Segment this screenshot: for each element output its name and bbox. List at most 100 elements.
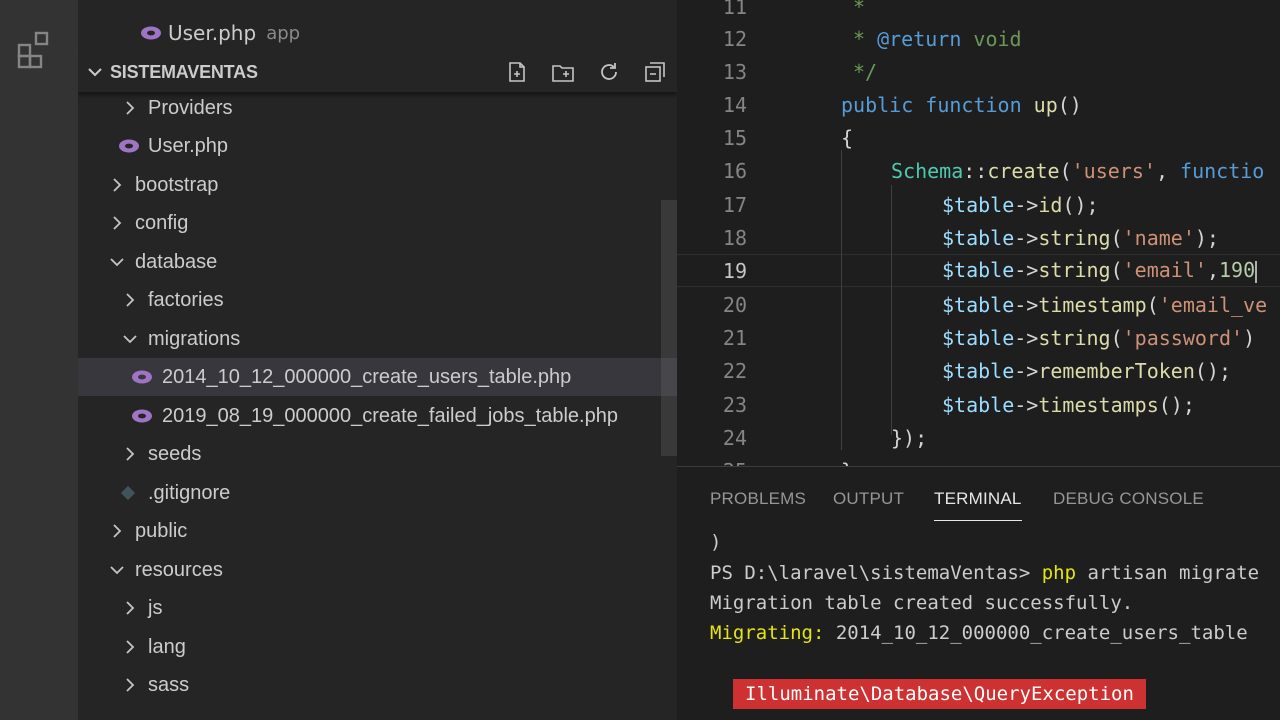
code-line[interactable]: 14 public function up(): [677, 88, 1280, 121]
collapse-all-icon[interactable]: [643, 60, 667, 84]
tree-item-resources[interactable]: resources: [78, 551, 677, 589]
php-file-icon: [131, 369, 153, 385]
code-text: });: [891, 425, 928, 450]
tree-item-label: bootstrap: [135, 173, 219, 196]
tree-item-label: config: [135, 211, 189, 234]
tree-item-migrations[interactable]: migrations: [78, 320, 677, 358]
code-line[interactable]: 11 *: [677, 0, 1280, 23]
chevron-right-icon: [122, 639, 138, 655]
code-line[interactable]: 16 Schema::create('users', functio: [677, 154, 1280, 187]
tree-item-label: public: [135, 519, 188, 542]
code-text: }: [841, 459, 853, 467]
tree-item-public[interactable]: public: [78, 512, 677, 550]
code-line[interactable]: 12 * @return void: [677, 22, 1280, 55]
tree-item-lang[interactable]: lang: [78, 628, 677, 666]
terminal-prompt: PS D:\laravel\sistemaVentas>: [710, 562, 1042, 584]
new-folder-icon[interactable]: [551, 60, 575, 84]
code-text: $table->string('name');: [942, 225, 1219, 250]
refresh-icon[interactable]: [597, 60, 621, 84]
code-line[interactable]: 21 $table->string('password'): [677, 321, 1280, 354]
chevron-down-icon: [122, 331, 138, 347]
code-text: $table->timestamps();: [942, 392, 1195, 417]
code-line[interactable]: 24});: [677, 421, 1280, 454]
code-line[interactable]: 20 $table->timestamp('email_ve: [677, 288, 1280, 321]
code-line[interactable]: 18 $table->string('name');: [677, 221, 1280, 254]
tree-item-bootstrap[interactable]: bootstrap: [78, 166, 677, 204]
code-line[interactable]: 25}: [677, 454, 1280, 467]
line-number: 14: [722, 92, 747, 117]
tree-item-label: resources: [135, 558, 223, 581]
code-editor[interactable]: 11 * 12 * @return void 13 */ 14 public function…: [677, 0, 1280, 466]
indent-guide: [841, 150, 842, 450]
tree-item-database[interactable]: database: [78, 243, 677, 281]
code-line[interactable]: 15 {: [677, 121, 1280, 154]
code-text: * @return void: [853, 26, 1022, 51]
tree-item-label: 2019_08_19_000000_create_failed_jobs_tab…: [162, 404, 618, 427]
line-number: 18: [722, 225, 747, 250]
tree-item-label: sass: [148, 673, 190, 696]
tree-item-user-php[interactable]: User.php: [78, 127, 677, 165]
open-editor-item[interactable]: User.php app: [78, 13, 677, 53]
gitignore-file-icon: [120, 485, 136, 501]
tab-output[interactable]: OUTPUT: [833, 489, 904, 509]
open-editor-file-dir: app: [266, 22, 301, 44]
tree-item-label: js: [148, 596, 163, 619]
sidebar-scrollbar[interactable]: [661, 200, 677, 456]
code-text: Schema::create('users', functio: [891, 158, 1265, 183]
chevron-right-icon: [122, 100, 138, 116]
line-number: 20: [722, 292, 747, 317]
code-text: $table->string('email',190: [942, 258, 1258, 283]
line-number: 12: [722, 26, 747, 51]
code-line[interactable]: 17 $table->id();: [677, 188, 1280, 221]
chevron-down-icon: [109, 562, 125, 578]
line-number: 19: [722, 258, 747, 283]
code-text: public function up(): [841, 92, 1082, 117]
explorer-section-header[interactable]: SISTEMAVENTAS: [78, 52, 677, 92]
chevron-down-icon: [86, 63, 104, 81]
line-number: 24: [722, 425, 747, 450]
tree-item-seeds[interactable]: seeds: [78, 435, 677, 473]
tree-item-providers[interactable]: Providers: [78, 89, 677, 127]
tree-item-js[interactable]: js: [78, 589, 677, 627]
tree-item-label: .gitignore: [148, 481, 231, 504]
tree-item-label: factories: [148, 288, 224, 311]
tree-item-label: migrations: [148, 327, 241, 350]
tree-item-gitignore[interactable]: .gitignore: [78, 474, 677, 512]
chevron-right-icon: [122, 292, 138, 308]
code-line[interactable]: 13 */: [677, 55, 1280, 88]
indent-guide: [891, 185, 892, 435]
line-number: 13: [722, 59, 747, 84]
tab-terminal[interactable]: TERMINAL: [934, 489, 1022, 521]
php-file-icon: [131, 408, 153, 424]
code-text: $table->rememberToken();: [942, 358, 1232, 383]
terminal-migrating-line: Migrating: 2014_10_12_000000_create_user…: [710, 622, 1248, 644]
php-file-icon: [140, 25, 162, 41]
text-cursor: [1255, 260, 1258, 283]
tree-item-label: User.php: [148, 134, 229, 157]
code-text: $table->timestamp('email_ve: [942, 292, 1268, 317]
code-line[interactable]: 19 $table->string('email',190: [677, 254, 1280, 287]
tree-item-create-users-table[interactable]: 2014_10_12_000000_create_users_table.php: [78, 358, 677, 396]
chevron-right-icon: [122, 600, 138, 616]
bottom-panel: PROBLEMS OUTPUT TERMINAL DEBUG CONSOLE )…: [677, 466, 1280, 720]
terminal-command: php: [1041, 562, 1077, 584]
code-text: */: [853, 59, 878, 84]
tab-problems[interactable]: PROBLEMS: [710, 489, 806, 509]
tree-item-factories[interactable]: factories: [78, 281, 677, 319]
tree-item-label: seeds: [148, 442, 202, 465]
open-editor-file-name: User.php: [168, 21, 257, 45]
code-line[interactable]: 22 $table->rememberToken();: [677, 354, 1280, 387]
tree-item-config[interactable]: config: [78, 204, 677, 242]
tab-debug-console[interactable]: DEBUG CONSOLE: [1053, 489, 1204, 509]
new-file-icon[interactable]: [505, 60, 529, 84]
code-text: $table->id();: [942, 192, 1099, 217]
extensions-icon[interactable]: [16, 28, 60, 72]
chevron-right-icon: [109, 215, 125, 231]
tree-item-create-failed-jobs-table[interactable]: 2019_08_19_000000_create_failed_jobs_tab…: [78, 397, 677, 435]
terminal-migrating-value: 2014_10_12_000000_create_users_table: [824, 622, 1248, 644]
line-number: 23: [722, 392, 747, 417]
tree-item-label: database: [135, 250, 218, 273]
tree-item-label: Providers: [148, 96, 233, 119]
tree-item-sass[interactable]: sass: [78, 666, 677, 704]
code-line[interactable]: 23 $table->timestamps();: [677, 388, 1280, 421]
